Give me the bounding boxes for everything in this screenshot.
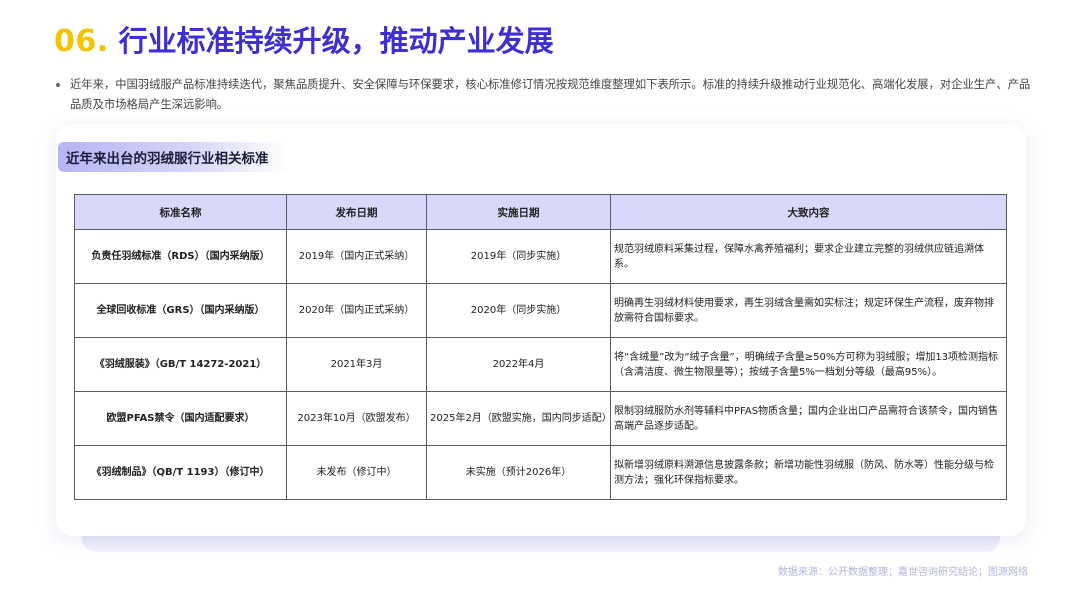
section-number: 06. bbox=[54, 24, 109, 59]
cell-implementation-date: 2022年4月 bbox=[426, 337, 611, 392]
table-row: 欧盟PFAS禁令（国内适配要求） 2023年10月（欧盟发布） 2025年2月（… bbox=[74, 391, 1007, 446]
page-title: 06. 行业标准持续升级，推动产业发展 bbox=[54, 18, 554, 60]
cell-implementation-date: 未实施（预计2026年） bbox=[426, 445, 611, 500]
intro-paragraph: 近年来，中国羽绒服产品标准持续迭代，聚焦品质提升、安全保障与环保要求，核心标准修… bbox=[54, 75, 1036, 115]
data-source-note: 数据来源：公开数据整理；嘉世咨询研究结论；图源网络 bbox=[778, 567, 1028, 578]
intro-text: 近年来，中国羽绒服产品标准持续迭代，聚焦品质提升、安全保障与环保要求，核心标准修… bbox=[70, 78, 1031, 111]
cell-content: 明确再生羽绒材料使用要求，再生羽绒含量需如实标注；规定环保生产流程，废弃物排放需… bbox=[610, 283, 1007, 338]
cell-standard-name: 负责任羽绒标准（RDS）（国内采纳版） bbox=[74, 229, 287, 284]
cell-release-date: 未发布（修订中） bbox=[286, 445, 427, 500]
header-release-date: 发布日期 bbox=[286, 194, 427, 230]
table-row: 《羽绒制品》（QB/T 1193）（修订中） 未发布（修订中） 未实施（预计20… bbox=[74, 445, 1007, 500]
card-title: 近年来出台的羽绒服行业相关标准 bbox=[58, 142, 288, 172]
cell-release-date: 2019年（国内正式采纳） bbox=[286, 229, 427, 284]
cell-content: 拟新增羽绒原料溯源信息披露条款；新增功能性羽绒服（防风、防水等）性能分级与检测方… bbox=[610, 445, 1007, 500]
cell-standard-name: 《羽绒制品》（QB/T 1193）（修订中） bbox=[74, 445, 287, 500]
table-row: 《羽绒服装》（GB/T 14272-2021） 2021年3月 2022年4月 … bbox=[74, 337, 1007, 392]
cell-implementation-date: 2025年2月（欧盟实施，国内同步适配） bbox=[426, 391, 611, 446]
cell-content: 规范羽绒原料采集过程，保障水禽养殖福利；要求企业建立完整的羽绒供应链追溯体系。 bbox=[610, 229, 1007, 284]
cell-release-date: 2020年（国内正式采纳） bbox=[286, 283, 427, 338]
cell-standard-name: 全球回收标准（GRS）（国内采纳版） bbox=[74, 283, 287, 338]
standards-table: 标准名称 发布日期 实施日期 大致内容 负责任羽绒标准（RDS）（国内采纳版） … bbox=[74, 194, 1007, 500]
cell-release-date: 2021年3月 bbox=[286, 337, 427, 392]
table-header-row: 标准名称 发布日期 实施日期 大致内容 bbox=[74, 194, 1007, 230]
header-content: 大致内容 bbox=[610, 194, 1007, 230]
cell-implementation-date: 2019年（同步实施） bbox=[426, 229, 611, 284]
cell-content: 将“含绒量”改为“绒子含量”，明确绒子含量≥50%方可称为羽绒服；增加13项检测… bbox=[610, 337, 1007, 392]
cell-standard-name: 欧盟PFAS禁令（国内适配要求） bbox=[74, 391, 287, 446]
cell-release-date: 2023年10月（欧盟发布） bbox=[286, 391, 427, 446]
cell-standard-name: 《羽绒服装》（GB/T 14272-2021） bbox=[74, 337, 287, 392]
header-implementation-date: 实施日期 bbox=[426, 194, 611, 230]
bullet-dot-icon bbox=[56, 83, 60, 87]
table-row: 全球回收标准（GRS）（国内采纳版） 2020年（国内正式采纳） 2020年（同… bbox=[74, 283, 1007, 338]
header-standard-name: 标准名称 bbox=[74, 194, 287, 230]
cell-implementation-date: 2020年（同步实施） bbox=[426, 283, 611, 338]
section-title: 行业标准持续升级，推动产业发展 bbox=[118, 24, 554, 58]
card-shadow bbox=[82, 534, 1000, 552]
table-row: 负责任羽绒标准（RDS）（国内采纳版） 2019年（国内正式采纳） 2019年（… bbox=[74, 229, 1007, 284]
cell-content: 限制羽绒服防水剂等辅料中PFAS物质含量；国内企业出口产品需符合该禁令，国内销售… bbox=[610, 391, 1007, 446]
